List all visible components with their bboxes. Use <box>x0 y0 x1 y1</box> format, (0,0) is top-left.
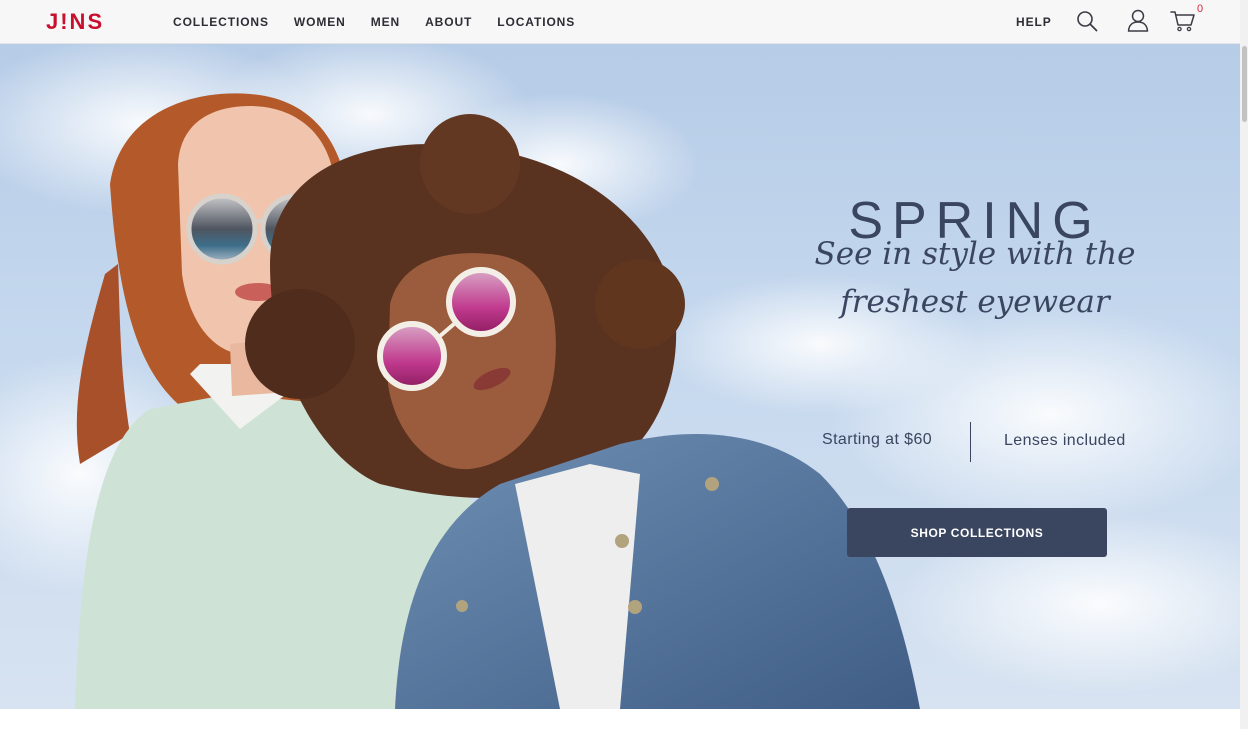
nav-collections[interactable]: COLLECTIONS <box>173 14 269 30</box>
nav-about[interactable]: ABOUT <box>425 14 472 30</box>
cart-count-badge: 0 <box>1197 3 1204 15</box>
lenses-text: Lenses included <box>1004 432 1126 449</box>
divider <box>970 422 971 462</box>
jins-logo[interactable]: J!NS <box>46 9 104 35</box>
below-fold <box>0 709 1240 729</box>
nav-women[interactable]: WOMEN <box>294 14 346 30</box>
price-text: Starting at $60 <box>822 431 933 448</box>
hero-banner: SPRING See in style with the freshest ey… <box>0 44 1240 709</box>
shop-collections-button[interactable]: SHOP COLLECTIONS <box>847 508 1107 557</box>
hero-photo <box>0 44 1240 709</box>
help-link[interactable]: HELP <box>1016 14 1052 30</box>
account-icon[interactable] <box>1127 9 1149 32</box>
main-nav: COLLECTIONS WOMEN MEN ABOUT LOCATIONS <box>173 14 600 30</box>
scrollbar-thumb[interactable] <box>1242 46 1247 122</box>
nav-men[interactable]: MEN <box>371 14 400 30</box>
nav-locations[interactable]: LOCATIONS <box>497 14 575 30</box>
hero-tagline: See in style with the freshest eyewear <box>814 236 1136 320</box>
cart-icon[interactable] <box>1170 10 1196 32</box>
site-header: J!NS COLLECTIONS WOMEN MEN ABOUT LOCATIO… <box>0 0 1240 44</box>
search-icon[interactable] <box>1076 10 1098 32</box>
